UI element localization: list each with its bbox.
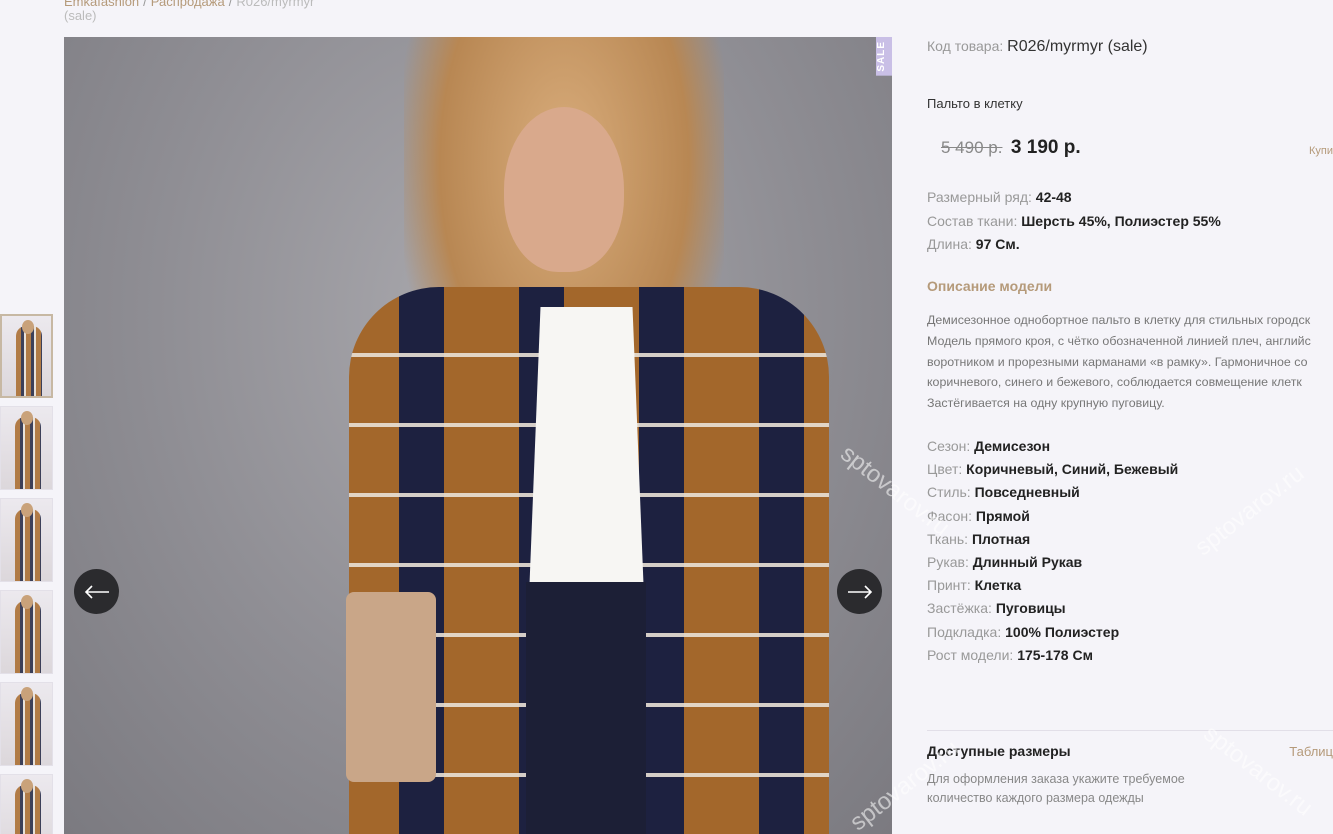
product-sku: Код товара: R026/myrmyr (sale) [927,38,1148,56]
thumbnail-image[interactable] [0,774,53,834]
thumbnail-image[interactable] [0,406,53,490]
divider [927,730,1333,731]
price-row: 5 490 р. 3 190 р. Купи [941,137,1333,159]
attribute-row: Рост модели: 175-178 См [927,646,1093,663]
product-name: Пальто в клетку [927,96,1023,111]
attribute-row: Ткань: Плотная [927,530,1031,547]
spec-row: Длина: 97 См. [927,236,1020,252]
attribute-row: Рукав: Длинный Рукав [927,554,1083,571]
previous-image-button[interactable] [74,569,119,614]
main-product-photo[interactable]: SALE [64,37,892,834]
photo-navy-skirt [526,582,646,834]
sale-badge: SALE [876,37,892,76]
attribute-row: Застёжка: Пуговицы [927,600,1066,617]
attribute-row: Фасон: Прямой [927,507,1030,524]
old-price: 5 490 р. [941,138,1003,157]
spec-row: Размерный ряд: 42-48 [927,189,1072,205]
next-image-button[interactable] [837,569,882,614]
sizes-note: Для оформления заказа укажите требуемое … [927,772,1185,805]
watermark: sptovarov.ru [1190,459,1310,562]
sku-label: Код товара: [927,38,1004,54]
arrow-left-icon [84,584,109,599]
attribute-row: Сезон: Демисезон [927,438,1051,454]
thumbnail-image[interactable] [0,498,53,582]
breadcrumb-current: R026/myrmyr [236,0,315,9]
size-chart-link[interactable]: Таблиц [1289,744,1333,759]
breadcrumb-link-sale[interactable]: Распродажа [151,0,225,9]
attribute-row: Подкладка: 100% Полиэстер [927,623,1120,640]
thumbnail-list [0,314,53,834]
description-title: Описание модели [927,278,1053,294]
arrow-right-icon [847,584,872,599]
description-text: Демисезонное однобортное пальто в клетку… [927,313,1311,411]
spec-row: Состав ткани: Шерсть 45%, Полиэстер 55% [927,212,1221,229]
available-sizes-title: Доступные размеры [927,743,1071,759]
photo-beige-bag [346,592,436,782]
thumbnail-image[interactable] [0,314,53,398]
attribute-row: Принт: Клетка [927,577,1022,594]
thumbnail-image[interactable] [0,682,53,766]
product-attributes: Сезон: Демисезон Цвет: Коричневый, Синий… [927,435,1178,667]
breadcrumb-separator: / [228,0,233,9]
product-specs: Размерный ряд: 42-48 Состав ткани: Шерст… [927,186,1221,257]
buy-link[interactable]: Купи [1309,145,1333,157]
attribute-row: Стиль: Повседневный [927,484,1080,501]
photo-white-shirt [529,307,644,597]
photo-model-face [504,107,624,272]
attribute-row: Цвет: Коричневый, Синий, Бежевый [927,461,1179,478]
breadcrumb: Emkafashion / Распродажа / R026/myrmyr (sale… [64,0,314,23]
sku-value: R026/myrmyr (sale) [1007,38,1148,55]
sale-price: 3 190 р. [1010,137,1081,158]
thumbnail-image[interactable] [0,590,53,674]
breadcrumb-current-suffix: (sale) [64,8,97,23]
breadcrumb-separator: / [143,0,147,9]
